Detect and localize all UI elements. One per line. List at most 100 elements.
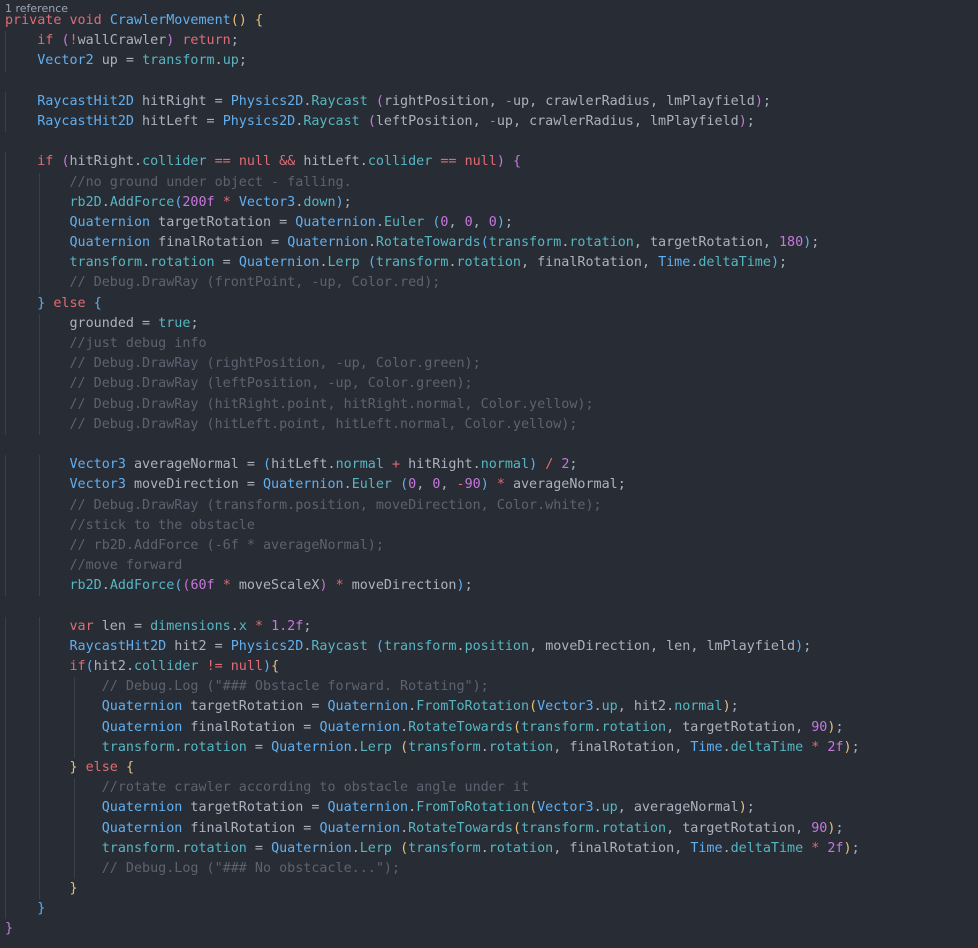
code-token: , bbox=[617, 800, 634, 816]
code-editor[interactable]: 1 reference private void CrawlerMovement… bbox=[0, 0, 978, 948]
code-token: ( bbox=[61, 154, 70, 170]
code-token: up bbox=[222, 53, 239, 69]
indent-guide bbox=[73, 778, 75, 799]
code-token: up = bbox=[93, 53, 143, 69]
indent-guide bbox=[39, 717, 41, 738]
indent-guide bbox=[5, 778, 6, 799]
code-line: if (!wallCrawler) return; bbox=[5, 31, 860, 52]
code-token: grounded bbox=[69, 315, 135, 331]
code-token: crawlerRadius bbox=[529, 113, 634, 129]
code-block[interactable]: private void CrawlerMovement() { if (!wa… bbox=[5, 11, 860, 940]
code-token: Vector3 bbox=[537, 699, 594, 715]
code-token: Quaternion bbox=[327, 699, 409, 715]
code-token: * bbox=[222, 578, 231, 594]
code-token: && bbox=[279, 154, 296, 170]
code-token: ( bbox=[400, 739, 409, 755]
indent-guide bbox=[5, 576, 6, 597]
indent-guide bbox=[39, 818, 41, 839]
code-token: , bbox=[633, 235, 650, 251]
code-token: == bbox=[214, 154, 231, 170]
code-token: , bbox=[762, 235, 779, 251]
code-token: transform bbox=[521, 719, 594, 735]
code-token: ! bbox=[69, 33, 78, 49]
code-line: var len = dimensions.x * 1.2f; bbox=[5, 616, 860, 637]
code-token: ; bbox=[190, 315, 199, 331]
indent-guide bbox=[39, 475, 41, 496]
code-token: Time bbox=[690, 840, 723, 856]
code-token: ) bbox=[529, 457, 538, 473]
code-token: // Debug.DrawRay (hitRight.point, hitRig… bbox=[69, 396, 594, 412]
code-token: crawlerRadius bbox=[545, 93, 650, 109]
code-token: , bbox=[617, 699, 634, 715]
indent-guide bbox=[39, 636, 41, 657]
code-token: true bbox=[158, 315, 191, 331]
code-token: , bbox=[529, 638, 546, 654]
indent-guide bbox=[5, 212, 6, 234]
code-token: hitRight = bbox=[134, 93, 231, 109]
code-token: // Debug.DrawRay (hitLeft.point, hitLeft… bbox=[69, 416, 578, 432]
code-line: Quaternion targetRotation = Quaternion.F… bbox=[5, 798, 860, 819]
code-token: . bbox=[400, 719, 409, 735]
code-token: normal bbox=[674, 699, 723, 715]
code-token: . bbox=[593, 699, 602, 715]
code-line: grounded = true; bbox=[5, 313, 860, 334]
code-token: RotateTowards bbox=[375, 235, 481, 251]
code-token: , bbox=[472, 113, 489, 129]
code-token: collider bbox=[367, 154, 433, 170]
indent-guide bbox=[5, 657, 6, 678]
code-line: } else { bbox=[5, 757, 860, 779]
code-token: . bbox=[472, 457, 481, 473]
code-token: 90 bbox=[811, 820, 828, 836]
code-line: transform.rotation = Quaternion.Lerp (tr… bbox=[5, 737, 860, 758]
code-token: 2f bbox=[827, 739, 844, 755]
code-line: if(hit2.collider != null){ bbox=[5, 657, 860, 678]
code-token: transform bbox=[101, 739, 175, 755]
code-token: . bbox=[343, 477, 352, 493]
indent-guide bbox=[5, 455, 6, 476]
code-token: . bbox=[593, 800, 602, 816]
code-token: = bbox=[246, 739, 272, 755]
code-token: - bbox=[504, 93, 513, 109]
code-token: finalRotation bbox=[569, 739, 675, 755]
code-token: moveDirection bbox=[351, 578, 457, 594]
indent-guide bbox=[5, 334, 6, 355]
code-token: , bbox=[666, 719, 683, 735]
code-token: Quaternion bbox=[319, 719, 401, 735]
indent-guide bbox=[39, 657, 41, 678]
code-token: 200f bbox=[182, 194, 215, 210]
code-token: . bbox=[666, 699, 675, 715]
code-line: // Debug.DrawRay (leftPosition, -up, Col… bbox=[5, 374, 860, 395]
code-token: 0 bbox=[488, 214, 497, 230]
indent-guide bbox=[5, 475, 6, 496]
code-token: , bbox=[529, 93, 546, 109]
indent-guide bbox=[73, 798, 75, 819]
indent-guide bbox=[39, 576, 41, 597]
code-token: FromToRotation bbox=[416, 699, 530, 715]
code-token: transform bbox=[408, 739, 481, 755]
code-token: } bbox=[37, 901, 46, 917]
code-token: deltaTime bbox=[698, 255, 771, 271]
code-token: RaycastHit2D bbox=[37, 93, 134, 109]
code-token: Raycast bbox=[311, 93, 368, 109]
code-token: Quaternion bbox=[101, 699, 183, 715]
code-token: wallCrawler bbox=[77, 33, 167, 49]
code-line: } bbox=[5, 899, 860, 920]
code-token: rotation bbox=[601, 820, 667, 836]
code-token: transform bbox=[383, 638, 457, 654]
code-token: ( bbox=[529, 800, 538, 816]
